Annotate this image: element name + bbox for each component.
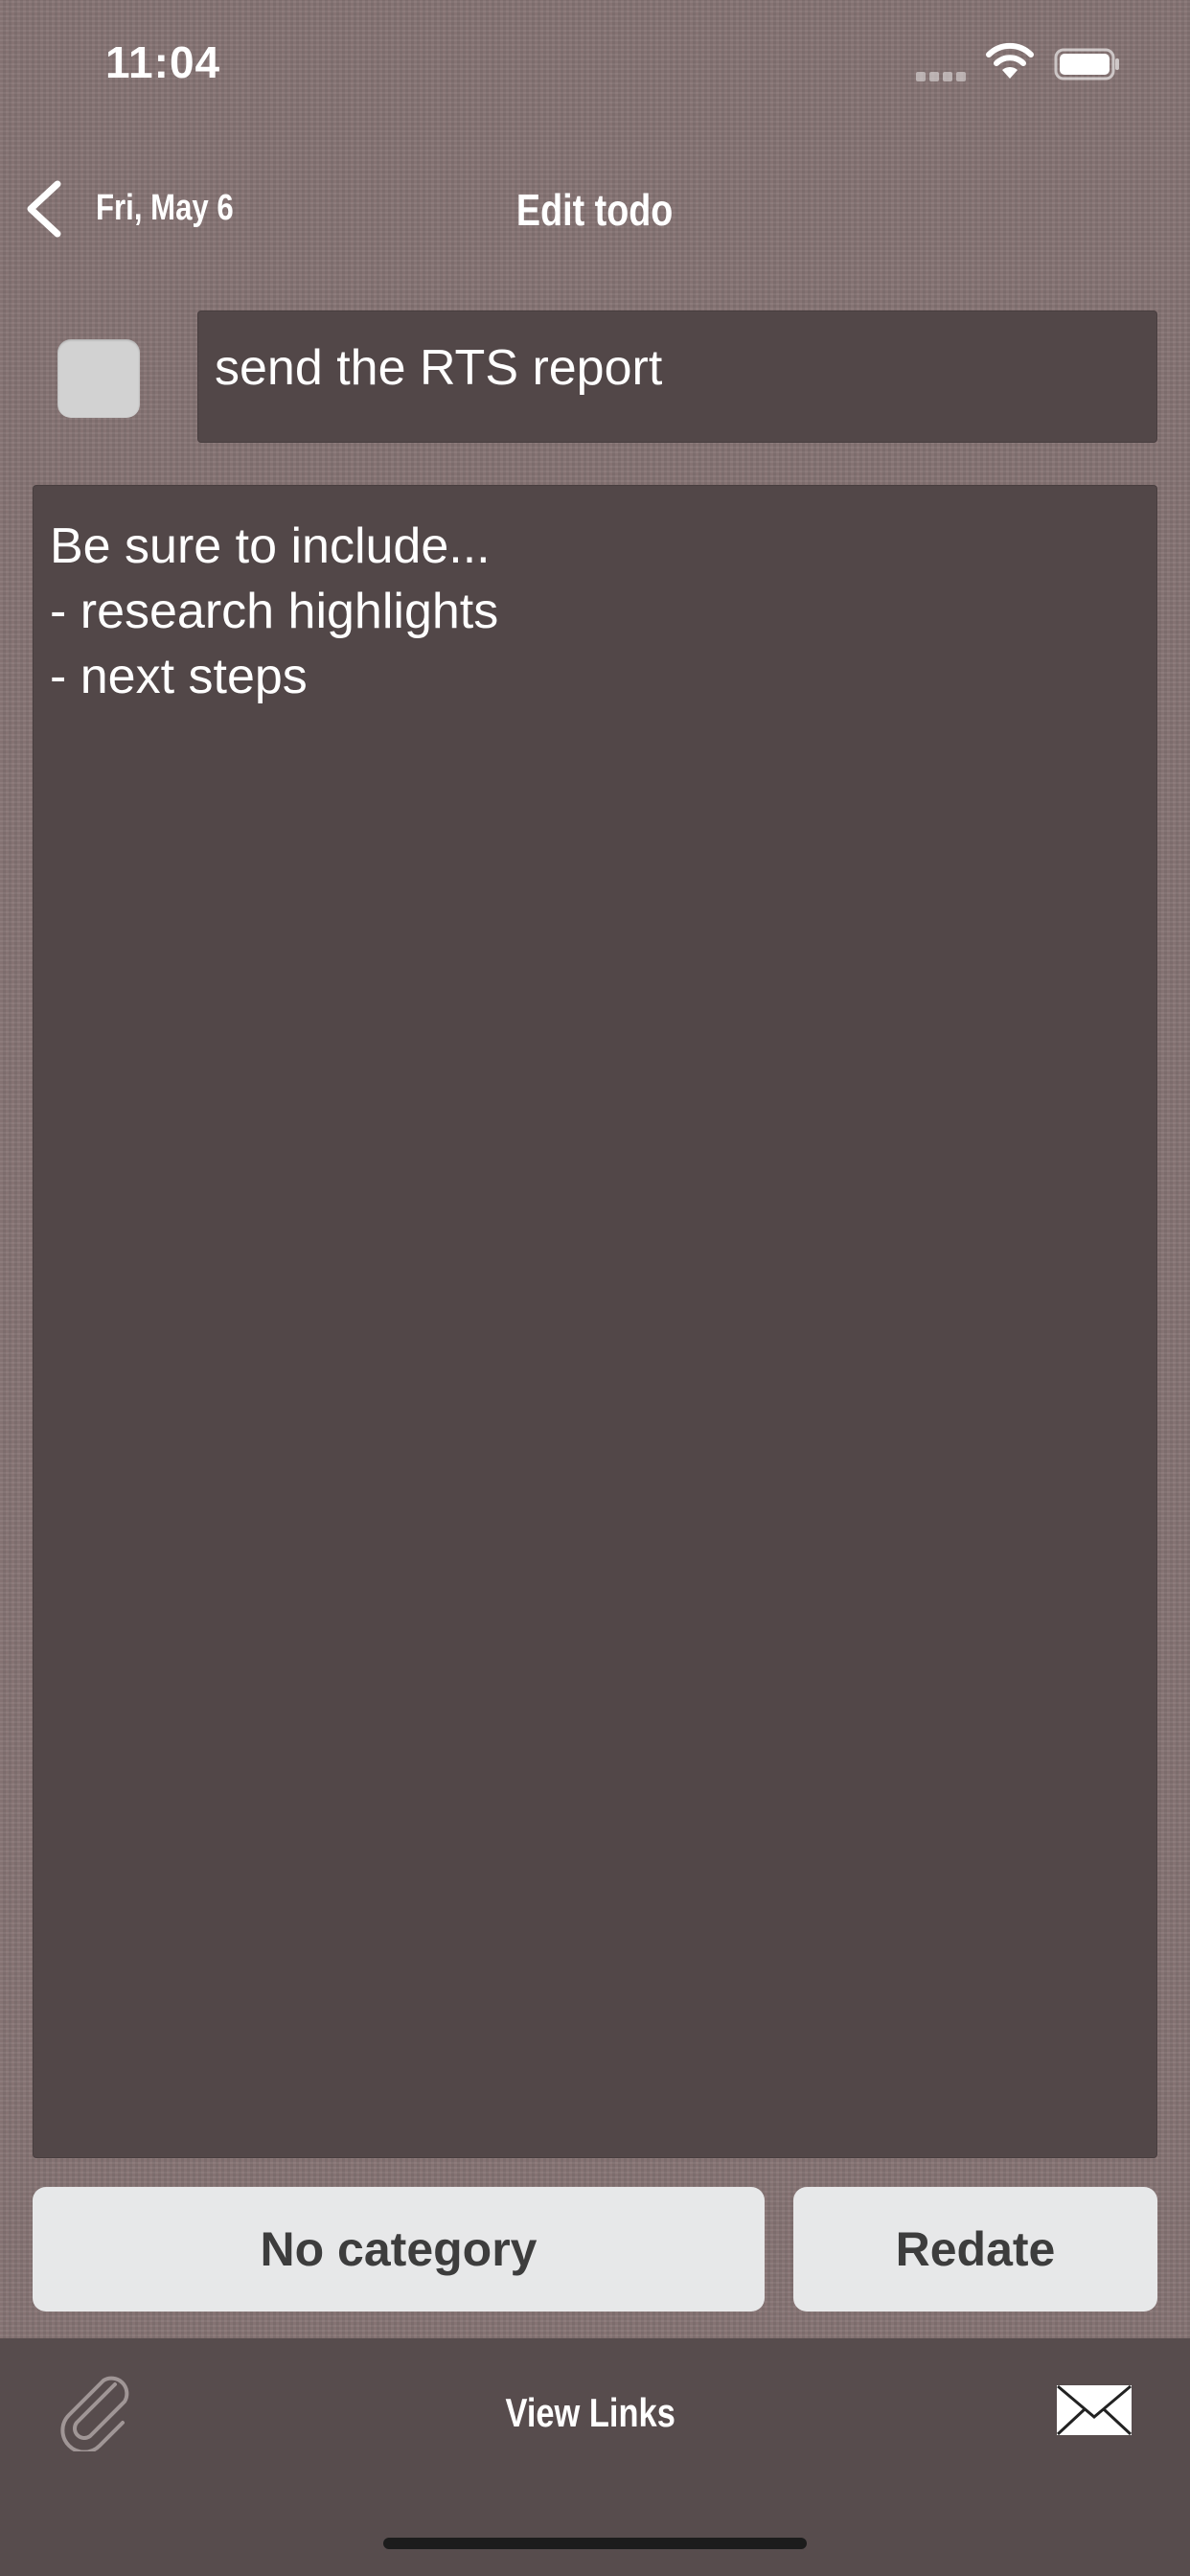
todo-title-text: send the RTS report [215, 340, 663, 396]
notes-text: Be sure to include... - research highlig… [50, 518, 499, 704]
page-title: Edit todo [0, 184, 1190, 236]
view-links-label: View Links [505, 2390, 675, 2435]
view-links-button[interactable]: View Links [0, 2390, 1180, 2436]
home-indicator[interactable] [383, 2538, 807, 2549]
page-title-text: Edit todo [516, 185, 674, 235]
cellular-signal-icon [916, 69, 972, 81]
status-time: 11:04 [105, 37, 221, 87]
completion-checkbox[interactable] [57, 339, 140, 418]
battery-icon [1054, 48, 1119, 80]
category-button[interactable]: No category [33, 2187, 765, 2312]
notes-textarea[interactable] [33, 485, 1157, 2158]
wifi-icon [986, 42, 1034, 79]
redate-button[interactable]: Redate [793, 2187, 1157, 2312]
envelope-icon[interactable] [1056, 2384, 1133, 2436]
